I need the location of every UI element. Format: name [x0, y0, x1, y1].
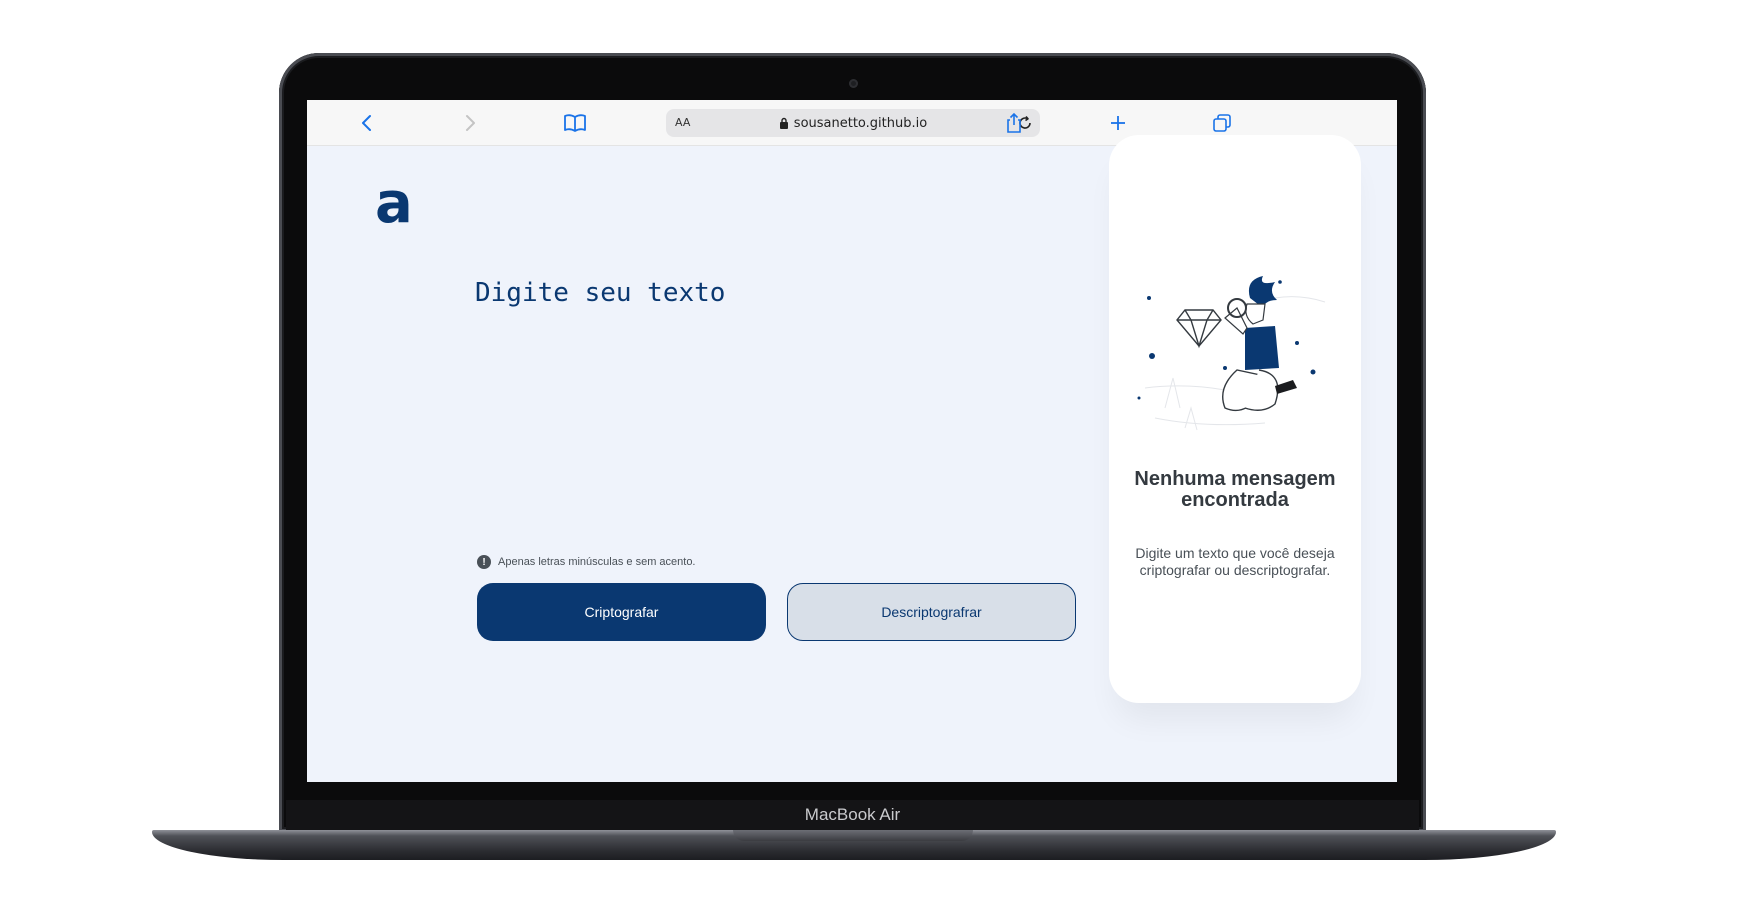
chevron-right-icon[interactable]: [457, 110, 483, 136]
browser-screen: AA sousanetto.github.io a ! Apenas letra…: [307, 100, 1397, 782]
info-icon: !: [477, 555, 491, 569]
share-icon[interactable]: [1001, 110, 1027, 136]
alura-logo[interactable]: a: [375, 176, 413, 232]
book-icon[interactable]: [562, 110, 588, 136]
decrypt-button[interactable]: Descriptografrar: [787, 583, 1076, 641]
camera-icon: [849, 79, 858, 88]
lock-icon: [779, 117, 788, 129]
laptop-notch: [733, 830, 973, 841]
search-illustration-icon: [1137, 276, 1326, 431]
output-panel: Nenhuma mensagem encontrada Digite um te…: [1109, 135, 1361, 703]
text-input[interactable]: [475, 278, 1075, 518]
plus-icon[interactable]: [1105, 110, 1131, 136]
address-bar[interactable]: AA sousanetto.github.io: [666, 109, 1040, 137]
input-hint: ! Apenas letras minúsculas e sem acento.: [477, 555, 696, 569]
tabs-icon[interactable]: [1209, 110, 1235, 136]
chevron-left-icon[interactable]: [354, 110, 380, 136]
encrypt-button[interactable]: Criptografar: [477, 583, 766, 641]
empty-state-title: Nenhuma mensagem encontrada: [1134, 468, 1336, 511]
url-display[interactable]: sousanetto.github.io: [666, 109, 1040, 137]
device-model-label: MacBook Air: [804, 805, 901, 824]
empty-state-text: Digite um texto que você deseja criptogr…: [1135, 545, 1335, 578]
url-text: sousanetto.github.io: [793, 115, 928, 131]
hint-text: Apenas letras minúsculas e sem acento.: [498, 556, 696, 568]
